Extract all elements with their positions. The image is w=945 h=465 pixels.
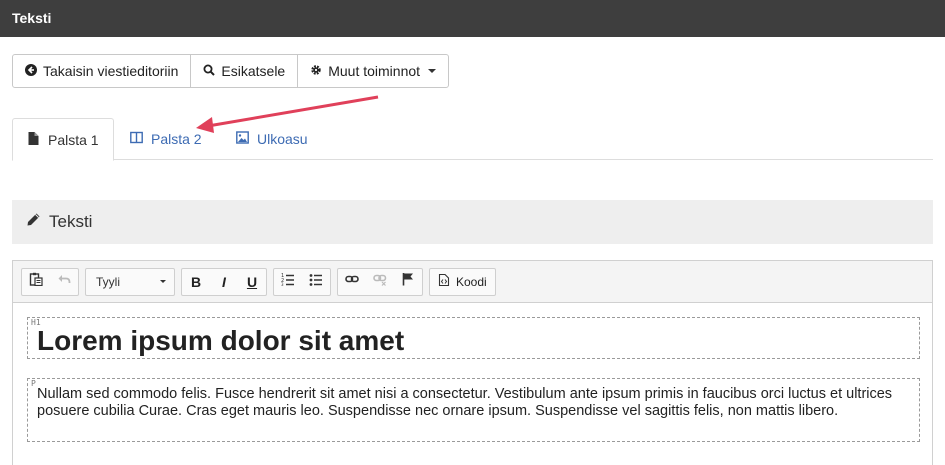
tab-bar: Palsta 1 Palsta 2 Ulkoasu bbox=[12, 118, 933, 161]
heading-text[interactable]: Lorem ipsum dolor sit amet bbox=[37, 325, 404, 357]
preview-label: Esikatsele bbox=[221, 63, 286, 79]
underline-button[interactable]: U bbox=[238, 269, 266, 295]
unlink-icon bbox=[373, 272, 387, 291]
bold-button[interactable]: B bbox=[182, 269, 210, 295]
style-select[interactable]: Tyyli bbox=[85, 267, 175, 296]
underline-icon: U bbox=[246, 273, 258, 290]
paragraph-text[interactable]: Nullam sed commodo felis. Fusce hendreri… bbox=[37, 386, 901, 419]
search-icon bbox=[203, 63, 216, 79]
source-code-button[interactable]: Koodi bbox=[429, 267, 496, 296]
back-to-editor-label: Takaisin viestieditoriin bbox=[43, 63, 179, 79]
section-header: Teksti bbox=[12, 200, 933, 244]
section-title: Teksti bbox=[49, 212, 93, 231]
window-title: Teksti bbox=[0, 0, 945, 37]
tab-palsta-2[interactable]: Palsta 2 bbox=[116, 118, 216, 160]
gear-icon bbox=[310, 63, 322, 79]
more-actions-dropdown[interactable]: Muut toiminnot bbox=[298, 55, 448, 87]
italic-icon: I bbox=[222, 273, 226, 290]
code-icon bbox=[438, 273, 450, 289]
heading-block[interactable]: H1 Lorem ipsum dolor sit amet bbox=[27, 317, 920, 359]
paste-button[interactable] bbox=[22, 269, 50, 295]
bold-icon: B bbox=[190, 273, 202, 290]
list-group: 123 bbox=[273, 267, 331, 296]
link-group bbox=[337, 267, 423, 296]
italic-button[interactable]: I bbox=[210, 269, 238, 295]
ordered-list-button[interactable]: 123 bbox=[274, 269, 302, 295]
anchor-button[interactable] bbox=[394, 269, 422, 295]
link-icon bbox=[345, 272, 359, 291]
chevron-down-icon bbox=[160, 280, 166, 283]
action-button-group: Takaisin viestieditoriin Esikatsele Muut… bbox=[12, 54, 450, 88]
clipboard-group bbox=[21, 267, 79, 296]
editor-toolbar: Tyyli B I U 123 Koodi bbox=[13, 261, 932, 303]
paragraph-block[interactable]: P Nullam sed commodo felis. Fusce hendre… bbox=[27, 378, 920, 442]
bulleted-list-button[interactable] bbox=[302, 269, 330, 295]
preview-button[interactable]: Esikatsele bbox=[191, 55, 299, 87]
tab-ulkoasu-label: Ulkoasu bbox=[257, 131, 308, 147]
unlink-button[interactable] bbox=[366, 269, 394, 295]
tab-ulkoasu[interactable]: Ulkoasu bbox=[222, 118, 322, 160]
file-icon bbox=[27, 131, 40, 148]
paragraph-block-tag: P bbox=[31, 379, 36, 388]
rich-text-editor: Tyyli B I U 123 Koodi H1 Lorem ipsum dol… bbox=[12, 260, 933, 465]
undo-icon bbox=[57, 272, 71, 291]
tab-palsta-2-label: Palsta 2 bbox=[151, 131, 202, 147]
paste-icon bbox=[29, 272, 43, 291]
columns-icon bbox=[130, 131, 143, 147]
bulleted-list-icon bbox=[309, 272, 323, 291]
format-group: B I U bbox=[181, 267, 267, 296]
undo-button[interactable] bbox=[50, 269, 78, 295]
chevron-down-icon bbox=[428, 69, 437, 73]
back-to-editor-button[interactable]: Takaisin viestieditoriin bbox=[13, 55, 192, 87]
link-button[interactable] bbox=[338, 269, 366, 295]
more-actions-label: Muut toiminnot bbox=[328, 63, 421, 79]
image-icon bbox=[236, 131, 249, 147]
ordered-list-icon: 123 bbox=[281, 272, 295, 291]
tab-palsta-1-label: Palsta 1 bbox=[48, 131, 99, 148]
pencil-icon bbox=[26, 212, 41, 232]
flag-icon bbox=[401, 272, 415, 291]
arrow-circle-left-icon bbox=[25, 63, 37, 79]
tab-palsta-1[interactable]: Palsta 1 bbox=[12, 118, 114, 161]
style-select-value: Tyyli bbox=[96, 274, 120, 289]
source-code-label: Koodi bbox=[456, 274, 487, 289]
